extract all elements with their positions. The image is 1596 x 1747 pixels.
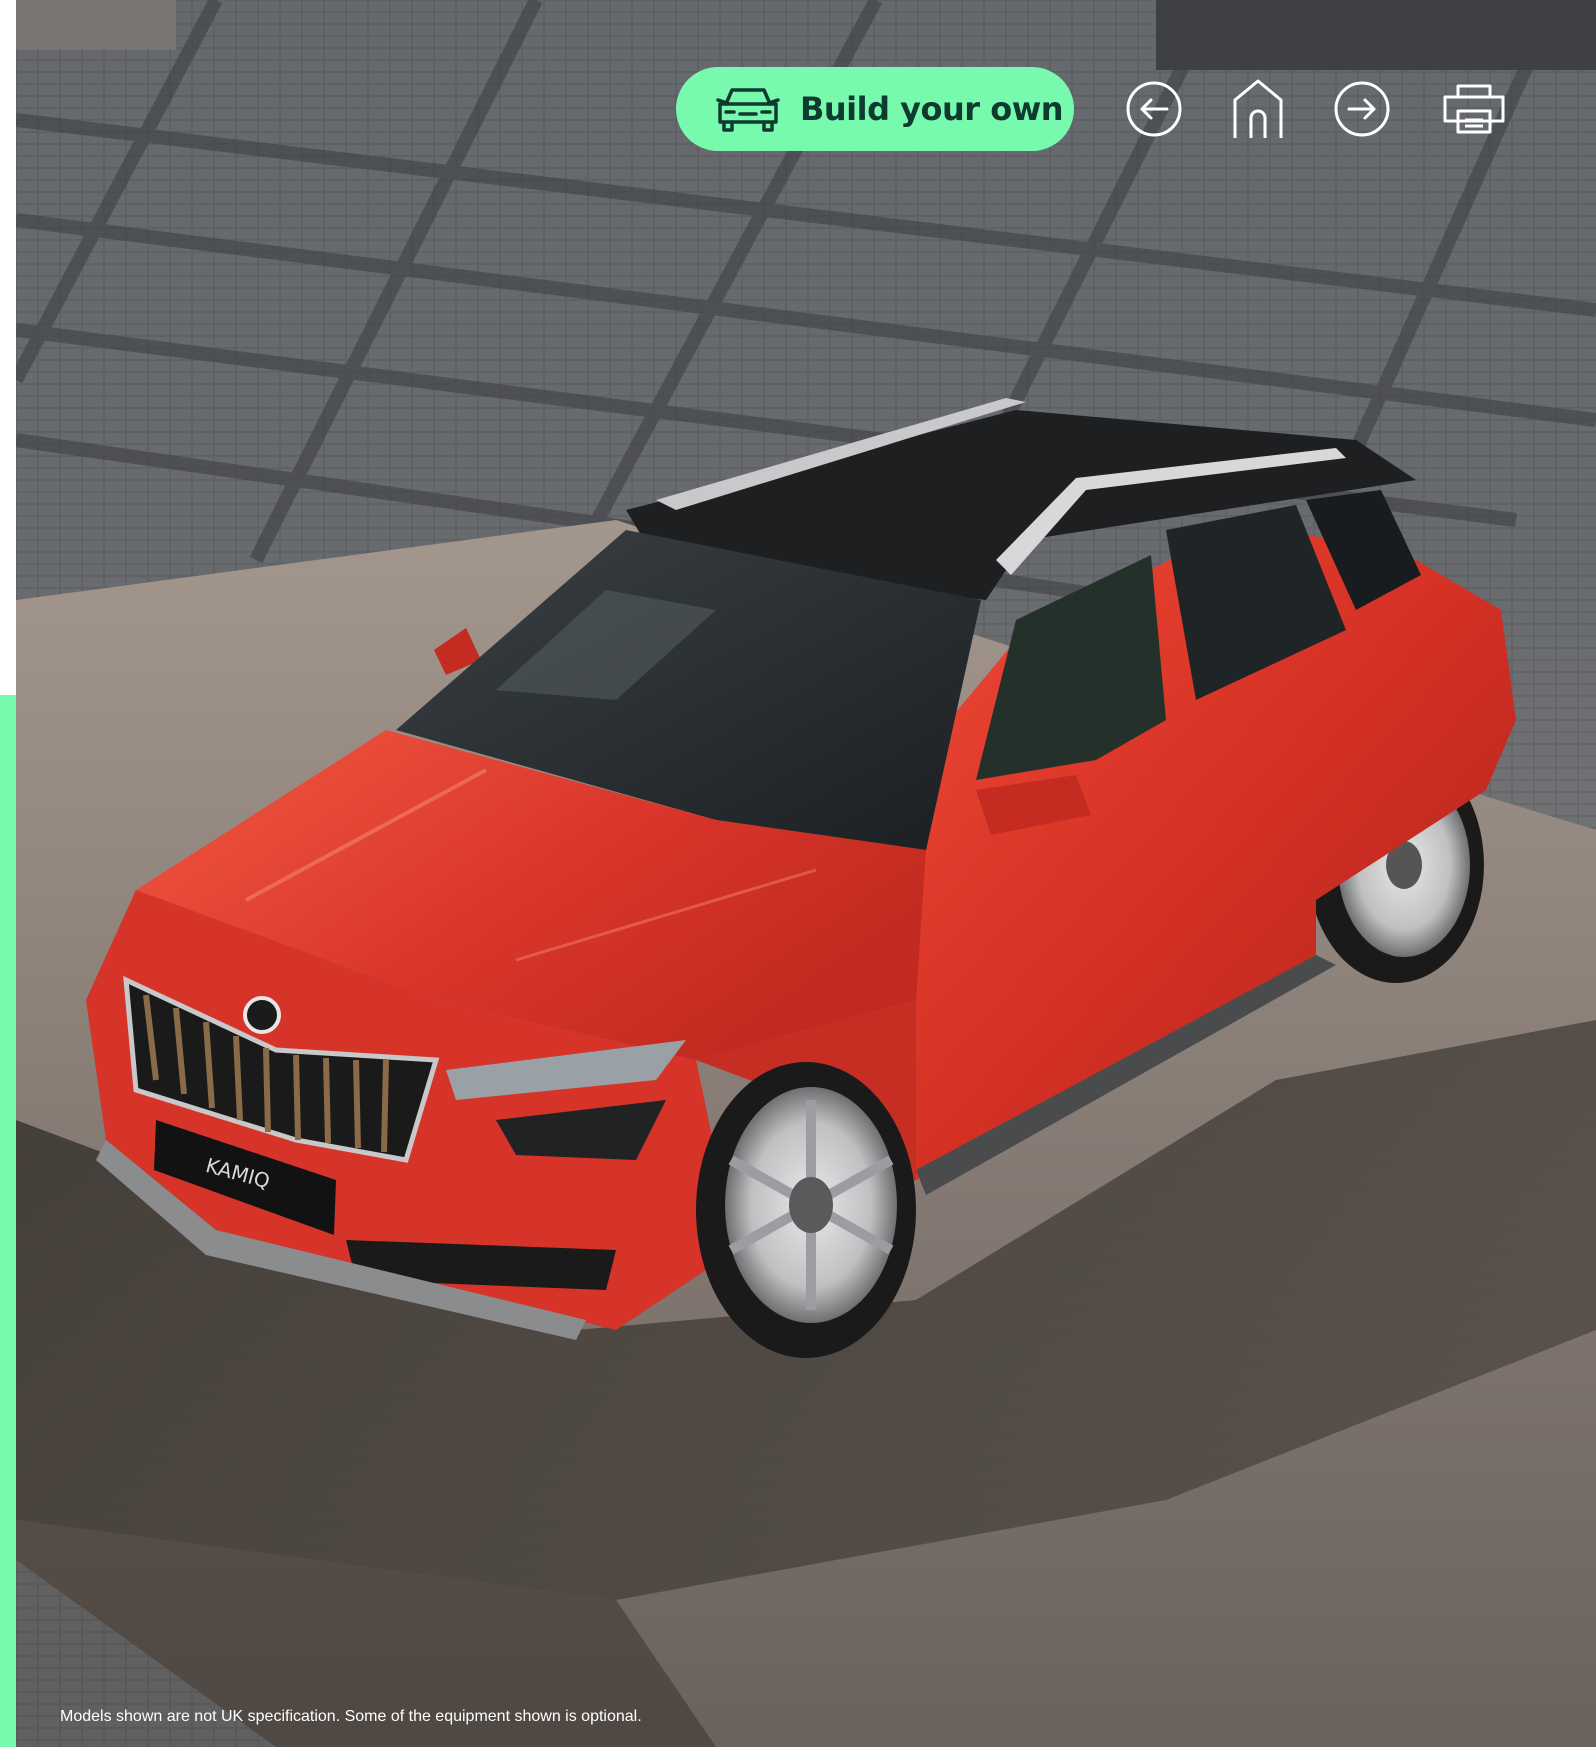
car-front-icon bbox=[716, 88, 780, 132]
forward-button[interactable] bbox=[1330, 67, 1394, 151]
left-margin bbox=[0, 0, 16, 695]
print-button[interactable] bbox=[1434, 67, 1514, 151]
home-icon bbox=[1233, 79, 1283, 138]
arrow-left-circle-icon bbox=[1126, 81, 1182, 137]
home-button[interactable] bbox=[1226, 67, 1290, 151]
printer-icon bbox=[1443, 84, 1505, 134]
top-toolbar: Build your own bbox=[676, 67, 1505, 151]
accent-strip bbox=[0, 695, 16, 1747]
disclaimer-text: Models shown are not UK specification. S… bbox=[60, 1708, 642, 1725]
arrow-right-circle-icon bbox=[1334, 81, 1390, 137]
back-button[interactable] bbox=[1122, 67, 1186, 151]
hero-image: KAMIQ bbox=[16, 0, 1596, 1747]
build-your-own-label: Build your own bbox=[800, 90, 1064, 128]
build-your-own-button[interactable]: Build your own bbox=[676, 67, 1074, 151]
brochure-page: KAMIQ Build your own Models shown are no… bbox=[0, 0, 1596, 1747]
car-photo: KAMIQ bbox=[16, 0, 1596, 1747]
